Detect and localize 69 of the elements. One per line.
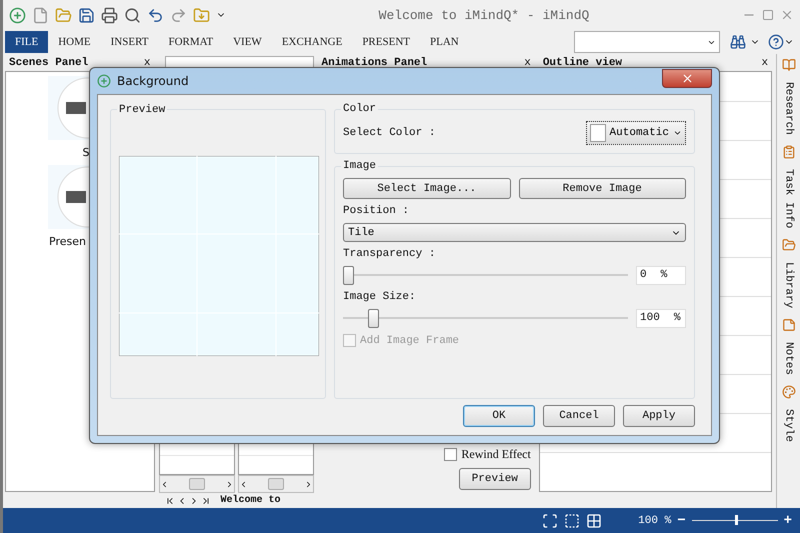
- dialog-button[interactable]: OK: [463, 405, 535, 427]
- save-icon[interactable]: [78, 6, 95, 24]
- close-icon: [680, 72, 694, 84]
- book-icon[interactable]: [782, 58, 796, 72]
- menu-tab[interactable]: HOME: [48, 31, 101, 53]
- number-field[interactable]: 100 %: [636, 309, 686, 328]
- side-tab[interactable]: Style: [782, 409, 795, 442]
- dialog-title: Background: [117, 74, 190, 88]
- close-button[interactable]: [662, 68, 712, 88]
- field-label: Select Color :: [343, 127, 436, 139]
- select-image-button[interactable]: Select Image...: [343, 178, 510, 199]
- position-select[interactable]: Tile: [343, 223, 686, 242]
- scene-caption: Presen: [48, 235, 86, 248]
- search-icon[interactable]: [124, 6, 141, 24]
- menu-tab[interactable]: FILE: [5, 31, 48, 53]
- palette-icon[interactable]: [782, 385, 796, 400]
- window-title: Welcome to iMindQ* - iMindQ: [378, 8, 590, 22]
- remove-image-button[interactable]: Remove Image: [518, 178, 686, 199]
- field-label: Position :: [343, 205, 410, 217]
- zoom-in-button[interactable]: +: [784, 512, 792, 528]
- side-tab[interactable]: Research: [782, 82, 795, 135]
- menu-tab[interactable]: FORMAT: [158, 31, 224, 53]
- checkbox[interactable]: [444, 448, 458, 461]
- help-icon[interactable]: [768, 34, 784, 50]
- panel-title: Scenes Panel: [9, 56, 88, 68]
- undo-icon[interactable]: [147, 6, 164, 24]
- print-icon[interactable]: [101, 6, 118, 24]
- slider-thumb[interactable]: [368, 309, 379, 328]
- group-label: Image: [341, 160, 378, 172]
- sticky-note-icon[interactable]: [782, 318, 796, 332]
- menu-tab[interactable]: VIEW: [223, 31, 272, 53]
- menu-tab[interactable]: EXCHANGE: [272, 31, 352, 53]
- menu-tab[interactable]: INSERT: [100, 31, 158, 53]
- zoom-thumb[interactable]: [734, 515, 738, 525]
- side-tab[interactable]: Library: [782, 262, 795, 308]
- color-picker[interactable]: Automatic: [586, 121, 686, 145]
- scroll-thumb[interactable]: [268, 478, 284, 490]
- checkbox-label: Rewind Effect: [461, 447, 531, 462]
- zoom-level: 100 %: [638, 514, 672, 526]
- clipboard-icon[interactable]: [782, 144, 796, 159]
- menu-tab[interactable]: PRESENT: [352, 31, 420, 53]
- app-icon: [97, 74, 111, 88]
- field-label: Image Size:: [343, 291, 417, 303]
- scroll-thumb[interactable]: [188, 478, 205, 490]
- close-button[interactable]: x: [761, 56, 768, 68]
- close-button[interactable]: x: [524, 56, 531, 68]
- zoom-out-button[interactable]: −: [677, 512, 686, 528]
- preview-button[interactable]: Preview: [458, 468, 531, 490]
- grid-icon[interactable]: [586, 512, 602, 528]
- last-icon[interactable]: [200, 496, 211, 506]
- field-label: Transparency :: [343, 248, 436, 260]
- slider-thumb[interactable]: [343, 266, 354, 285]
- scene-caption: S: [82, 146, 91, 159]
- folder-icon[interactable]: [782, 238, 796, 252]
- side-tab[interactable]: Task Info: [782, 168, 795, 228]
- first-icon[interactable]: [164, 496, 175, 506]
- binoculars-icon[interactable]: [730, 34, 746, 50]
- side-tab[interactable]: Notes: [782, 342, 795, 376]
- menu-tab[interactable]: PLAN: [420, 31, 469, 53]
- scrollbar[interactable]: [158, 475, 235, 493]
- checkbox-label: Add Image Frame: [360, 334, 460, 346]
- panel-title: Outline view: [542, 56, 622, 68]
- dialog-button[interactable]: Apply: [623, 405, 695, 427]
- scrollbar[interactable]: [238, 475, 314, 493]
- dialog-button[interactable]: Cancel: [543, 405, 615, 427]
- panel-title: Animations Panel: [322, 56, 428, 68]
- close-button[interactable]: x: [144, 56, 151, 68]
- number-field[interactable]: 0 %: [636, 266, 686, 285]
- slide-tab[interactable]: Welcome to: [216, 493, 285, 508]
